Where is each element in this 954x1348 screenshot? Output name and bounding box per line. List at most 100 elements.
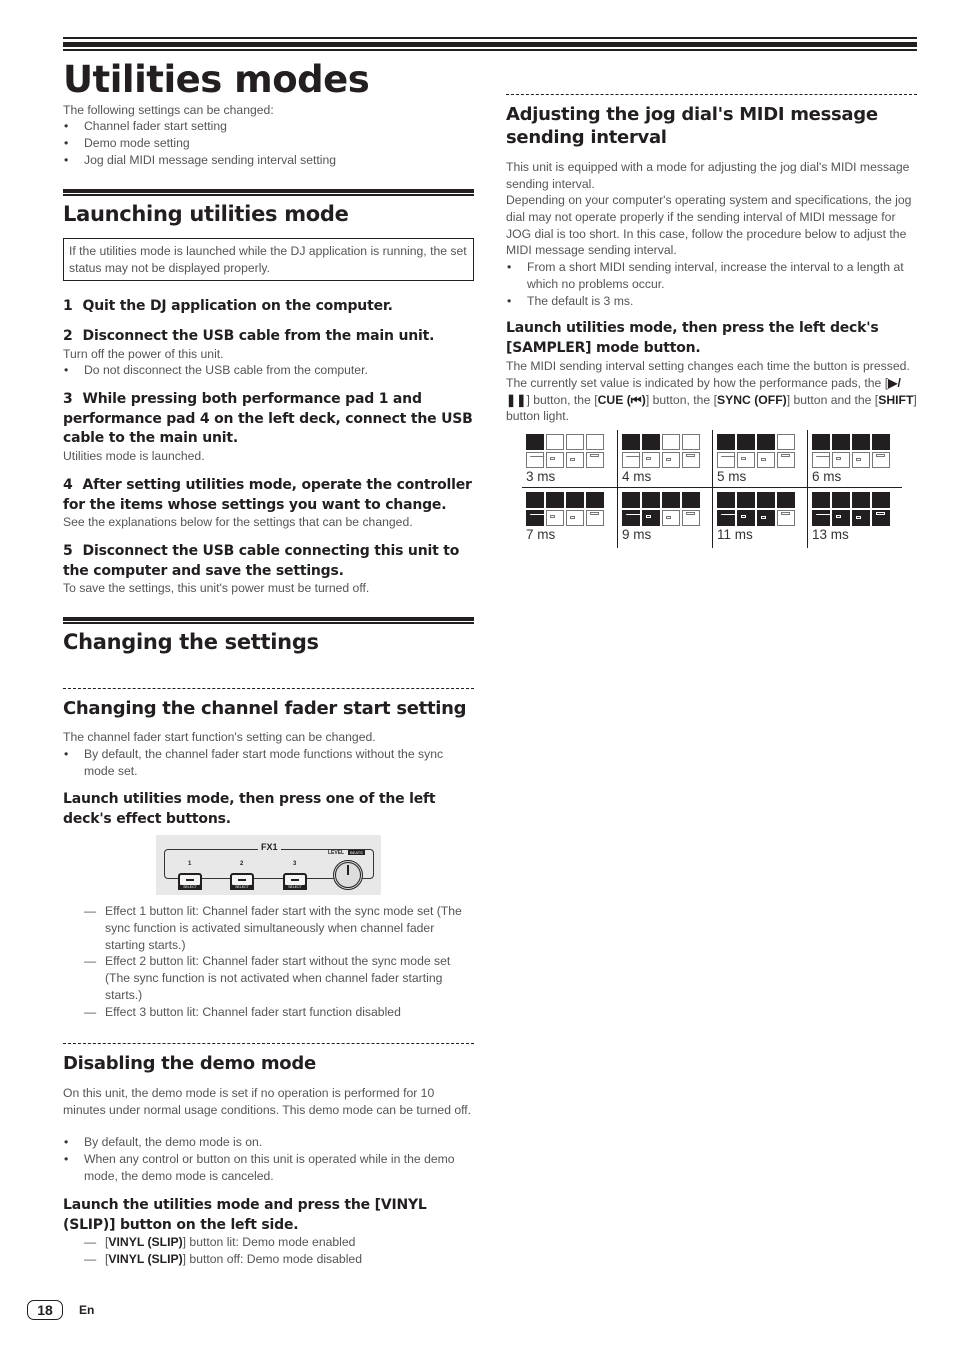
section-rule [63, 617, 474, 624]
button-indicators [621, 452, 712, 468]
step-1: 1 Quit the DJ application on the computer… [63, 298, 393, 314]
pad-indicator-icon [737, 492, 755, 508]
fader-instruction: Launch utilities mode, then press one of… [63, 791, 436, 827]
button-indicators [621, 510, 712, 526]
pad-indicator-icon [526, 492, 544, 508]
cue-icon [642, 452, 660, 468]
play-pause-icon [811, 510, 831, 526]
sync-icon [662, 452, 680, 468]
play-pause-icon [716, 452, 736, 468]
sync-icon [662, 510, 680, 526]
jog-description: The MIDI sending interval setting change… [506, 359, 917, 424]
intro-text: The following settings can be changed: [63, 103, 274, 117]
pad-indicator-icon [622, 434, 640, 450]
pad-indicator-icon [642, 492, 660, 508]
shift-icon [586, 452, 604, 468]
pad-indicator-icon [757, 492, 775, 508]
interval-setting: 11 ms [712, 488, 807, 548]
level-knob-icon [333, 860, 363, 890]
pad-indicator-icon [586, 492, 604, 508]
performance-pads [717, 434, 807, 450]
play-pause-icon [525, 452, 545, 468]
interval-label: 9 ms [622, 527, 652, 542]
button-indicators [811, 452, 902, 468]
sync-icon [757, 452, 775, 468]
fader-heading: Changing the channel fader start setting [63, 698, 467, 719]
shift-icon [586, 510, 604, 526]
interval-setting: 3 ms [522, 430, 617, 487]
pad-indicator-icon [777, 492, 795, 508]
list-item: The default is 3 ms. [506, 293, 917, 310]
list-item: [VINYL (SLIP)] button lit: Demo mode ena… [63, 1234, 474, 1251]
button-indicators [525, 452, 617, 468]
changing-heading: Changing the settings [63, 630, 319, 654]
performance-pads [717, 492, 807, 508]
fx-illustration: FX1 1 2 3 SELECT SELECT SELECT LEVEL BEA… [156, 835, 381, 895]
jog-body-1: This unit is equipped with a mode for ad… [506, 160, 910, 191]
button-indicators [811, 510, 902, 526]
play-pause-icon [621, 510, 641, 526]
pad-indicator-icon [546, 492, 564, 508]
pad-indicator-icon [812, 434, 830, 450]
list-item: Effect 1 button lit: Channel fader start… [63, 903, 474, 953]
list-item: Jog dial MIDI message sending interval s… [63, 152, 474, 169]
section-rule [63, 189, 474, 196]
jog-heading: Adjusting the jog dial's MIDI message se… [506, 104, 878, 148]
interval-label: 11 ms [717, 527, 753, 542]
dashed-rule [63, 1043, 474, 1044]
pad-indicator-icon [717, 434, 735, 450]
interval-setting: 4 ms [617, 430, 712, 487]
launching-note: If the utilities mode is launched while … [63, 238, 474, 281]
interval-label: 3 ms [526, 469, 556, 484]
performance-pads [622, 434, 712, 450]
grid-row: 3 ms 4 ms 5 ms 6 ms [522, 430, 902, 488]
performance-pads [526, 434, 617, 450]
grid-row: 7 ms 9 ms 11 ms 13 ms [522, 488, 902, 548]
demo-options: [VINYL (SLIP)] button lit: Demo mode ena… [63, 1234, 474, 1268]
list-item: Effect 3 button lit: Channel fader start… [63, 1004, 474, 1021]
sync-icon [566, 510, 584, 526]
pad-indicator-icon [662, 434, 680, 450]
page-title: Utilities modes [63, 58, 370, 101]
step-2-detail: Turn off the power of this unit. [63, 347, 224, 361]
list-item: By default, the channel fader start mode… [63, 746, 474, 780]
list-item: From a short MIDI sending interval, incr… [506, 259, 917, 293]
cue-icon [546, 452, 564, 468]
dashed-rule [506, 94, 917, 95]
shift-icon [872, 452, 890, 468]
pad-indicator-icon [682, 492, 700, 508]
shift-icon [872, 510, 890, 526]
button-indicators [716, 510, 807, 526]
shift-icon [682, 452, 700, 468]
cue-icon [832, 452, 850, 468]
cue-icon [832, 510, 850, 526]
dashed-rule [63, 688, 474, 689]
step-3-detail: Utilities mode is launched. [63, 449, 205, 463]
list-item: [VINYL (SLIP)] button off: Demo mode dis… [63, 1251, 474, 1268]
pad-indicator-icon [546, 434, 564, 450]
pad-indicator-icon [622, 492, 640, 508]
cue-icon [737, 510, 755, 526]
demo-body: On this unit, the demo mode is set if no… [63, 1086, 472, 1117]
step-4: 4 After setting utilities mode, operate t… [63, 477, 472, 513]
performance-pads [812, 434, 902, 450]
sync-icon [757, 510, 775, 526]
interval-grid: 3 ms 4 ms 5 ms 6 ms 7 ms 9 ms 11 ms 13 ms [522, 430, 902, 548]
pad-indicator-icon [566, 492, 584, 508]
sync-icon [566, 452, 584, 468]
list-item: Demo mode setting [63, 135, 474, 152]
language-label: En [79, 1303, 95, 1317]
shift-icon [777, 510, 795, 526]
interval-label: 7 ms [526, 527, 556, 542]
step-5-detail: To save the settings, this unit's power … [63, 581, 370, 595]
list-item: Do not disconnect the USB cable from the… [63, 362, 474, 379]
interval-label: 13 ms [812, 527, 849, 542]
pad-indicator-icon [832, 492, 850, 508]
sync-icon [852, 510, 870, 526]
shift-icon [682, 510, 700, 526]
step-3: 3 While pressing both performance pad 1 a… [63, 391, 473, 446]
button-indicators [525, 510, 617, 526]
fader-body: The channel fader start function's setti… [63, 730, 376, 744]
pad-indicator-icon [737, 434, 755, 450]
pad-indicator-icon [526, 434, 544, 450]
